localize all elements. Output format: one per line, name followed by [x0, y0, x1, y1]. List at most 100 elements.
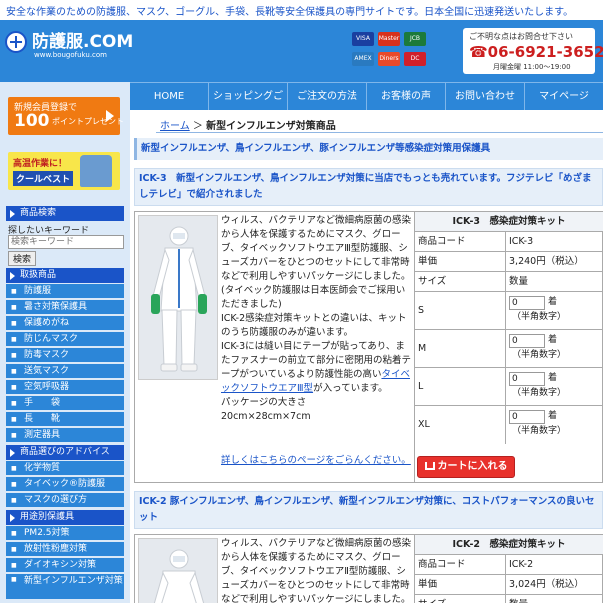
nav-contact[interactable]: お問い合わせ — [446, 83, 525, 110]
product-heading: ICK-2 豚インフルエンザ、鳥インフルエンザ、新型インフルエンザ対策に、コスト… — [134, 491, 603, 529]
nav-order-method[interactable]: ご注文の方法 — [288, 83, 367, 110]
arrow-right-icon — [106, 110, 114, 122]
spec-row-price: 単価 3,240円（税込） — [415, 252, 603, 272]
signup-points-banner[interactable]: 新規会員登録で 100 ポイントプレゼント — [8, 97, 124, 135]
business-hours: 月曜金曜 11:00〜19:00 — [493, 63, 571, 71]
sidebar-item-gloves[interactable]: 手 袋 — [6, 396, 124, 411]
price-value: 3,240円（税込） — [509, 256, 584, 267]
payment-cards: VISA Master JCB AMEX Diners DC — [352, 32, 462, 72]
size-m-label: M — [415, 330, 506, 367]
dc-card-icon: DC — [404, 52, 426, 66]
desc-paragraph-3-end: が入っています。 — [313, 383, 388, 394]
breadcrumb-current: 新型インフルエンザ対策商品 — [206, 121, 336, 132]
unit-label: 着 — [548, 373, 558, 383]
sidebar-item-chemicals[interactable]: 化学物質 — [6, 461, 124, 476]
phone-note: ご不明な点はお問合せ下さい — [469, 32, 573, 41]
qty-input-xl[interactable] — [509, 410, 545, 424]
sidebar-item-dust-mask[interactable]: 防じんマスク — [6, 332, 124, 347]
add-to-cart-button[interactable]: カートに入れる — [417, 456, 515, 478]
size-row-s: S 着 （半角数字） — [415, 292, 603, 330]
code-value: ICK-2 — [509, 559, 534, 570]
nav-home[interactable]: HOME — [130, 83, 209, 110]
sidebar-item-influenza[interactable]: 新型インフルエンザ対策 — [6, 574, 124, 600]
main-content: ホーム ＞ 新型インフルエンザ対策商品 新型インフルエンザ、鳥インフルエンザ、豚… — [130, 110, 603, 603]
nav-shopping[interactable]: ショッピングご — [209, 83, 288, 110]
details-link[interactable]: 詳しくはこちらのページをごらんください。 — [221, 452, 411, 466]
price-label: 単価 — [415, 575, 506, 594]
product-heading: ICK-3 新型インフルエンザ、鳥インフルエンザ対策に当店でもっとも売れています… — [134, 168, 603, 206]
add-to-cart-label: カートに入れる — [437, 461, 508, 472]
sidebar-item-airline-mask[interactable]: 送気マスク — [6, 364, 124, 379]
vest-banner-line1: 高温作業に！ — [13, 159, 68, 169]
search-section-title: 商品検索 — [6, 206, 124, 221]
products-section-title: 取扱商品 — [6, 268, 124, 283]
sidebar-item-mask-guide[interactable]: マスクの選び方 — [6, 493, 124, 508]
product-spec-table: ICK-3 感染症対策キット 商品コード ICK-3 単価 3,240円（税込）… — [414, 212, 603, 482]
sidebar-item-gas-mask[interactable]: 防毒マスク — [6, 348, 124, 363]
page-title: 新型インフルエンザ、鳥インフルエンザ、豚インフルエンザ等感染症対策用保護具 — [134, 138, 603, 160]
size-row-m: M 着 （半角数字） — [415, 330, 603, 368]
vest-banner-line2: クールベスト — [13, 171, 74, 186]
qty-input-l[interactable] — [509, 372, 545, 386]
sidebar-item-tyvek[interactable]: タイベック®防護服 — [6, 477, 124, 492]
size-label: サイズ — [415, 272, 506, 291]
top-tagline-bar: 安全な作業のための防護服、マスク、ゴーグル、手袋、長靴等安全保護具の専門サイトで… — [0, 0, 603, 20]
sidebar-item-heat-protection[interactable]: 暑さ対策保護具 — [6, 300, 124, 315]
sidebar: 新規会員登録で 100 ポイントプレゼント 高温作業に！ クールベスト 商品検索… — [0, 82, 130, 603]
code-label: 商品コード — [415, 232, 506, 251]
nav-mypage[interactable]: マイページ — [525, 83, 603, 110]
size-l-label: L — [415, 368, 506, 405]
product-photo — [138, 538, 218, 603]
sidebar-item-measuring-tools[interactable]: 測定器具 — [6, 428, 124, 443]
sidebar-item-dioxin[interactable]: ダイオキシン対策 — [6, 558, 124, 573]
master-card-icon: Master — [378, 32, 400, 46]
logo-cross-icon[interactable] — [5, 31, 27, 53]
breadcrumb: ホーム ＞ 新型インフルエンザ対策商品 — [160, 117, 336, 132]
spec-row-size-header: サイズ 数量 — [415, 595, 603, 603]
search-input[interactable] — [8, 235, 124, 249]
size-s-label: S — [415, 292, 506, 329]
qty-label: 数量 — [509, 595, 528, 603]
sidebar-item-safety-glasses[interactable]: 保護めがね — [6, 316, 124, 331]
visa-card-icon: VISA — [352, 32, 374, 46]
advice-section-title: 商品選びのアドバイス — [6, 445, 124, 460]
half-width-hint: （半角数字） — [512, 426, 567, 436]
sidebar-item-breathing-apparatus[interactable]: 空気呼吸器 — [6, 380, 124, 395]
spec-row-code: 商品コード ICK-3 — [415, 232, 603, 252]
cool-vest-banner[interactable]: 高温作業に！ クールベスト — [8, 152, 120, 190]
unit-label: 着 — [548, 411, 558, 421]
package-size-label: パッケージの大きさ — [221, 397, 307, 408]
spec-title: ICK-3 感染症対策キット — [415, 212, 603, 232]
price-value: 3,024円（税込） — [509, 579, 584, 590]
spec-row-price: 単価 3,024円（税込） — [415, 575, 603, 595]
qty-input-s[interactable] — [509, 296, 545, 310]
sidebar-item-boots[interactable]: 長 靴 — [6, 412, 124, 427]
site-tagline: 安全な作業のための防護服、マスク、ゴーグル、手袋、長靴等安全保護具の専門サイトで… — [6, 7, 574, 18]
size-label: サイズ — [415, 595, 506, 603]
code-value: ICK-3 — [509, 236, 534, 247]
site-url: www.bougofuku.com — [34, 51, 107, 59]
protective-suit-illustration — [139, 539, 217, 603]
product-card: ウィルス、バクテリアなど微細病原菌の感染から人体を保護するためにマスク、グローブ… — [134, 211, 603, 483]
search-button[interactable]: 検索 — [8, 251, 36, 266]
sidebar-item-pm25[interactable]: PM2.5対策 — [6, 526, 124, 541]
desc-paragraph-1: ウィルス、バクテリアなど微細病原菌の感染から人体を保護するためにマスク、グローブ… — [221, 538, 412, 603]
half-width-hint: （半角数字） — [512, 350, 567, 360]
sidebar-item-radioactive-dust[interactable]: 放射性粉塵対策 — [6, 542, 124, 557]
breadcrumb-home-link[interactable]: ホーム — [160, 121, 190, 132]
product-spec-table: ICK-2 感染症対策キット 商品コード ICK-2 単価 3,024円（税込）… — [414, 535, 603, 603]
desc-paragraph-1: ウィルス、バクテリアなど微細病原菌の感染から人体を保護するためにマスク、グローブ… — [221, 215, 412, 310]
breadcrumb-divider — [156, 132, 603, 133]
nav-customer-voice[interactable]: お客様の声 — [367, 83, 446, 110]
qty-input-m[interactable] — [509, 334, 545, 348]
breadcrumb-separator: ＞ — [192, 121, 203, 132]
phone-number[interactable]: ☎06-6921-3652 — [469, 43, 603, 61]
sidebar-item-protective-suit[interactable]: 防護服 — [6, 284, 124, 299]
site-logo[interactable]: 防護服.COM — [32, 27, 133, 52]
size-row-l: L 着 （半角数字） — [415, 368, 603, 406]
code-label: 商品コード — [415, 555, 506, 574]
main-nav: HOME ショッピングご ご注文の方法 お客様の声 お問い合わせ マイページ — [130, 82, 603, 110]
product-description: ウィルス、バクテリアなど微細病原菌の感染から人体を保護するためにマスク、グローブ… — [221, 537, 413, 603]
unit-label: 着 — [548, 335, 558, 345]
site-header: 防護服.COM www.bougofuku.com VISA Master JC… — [0, 20, 603, 82]
